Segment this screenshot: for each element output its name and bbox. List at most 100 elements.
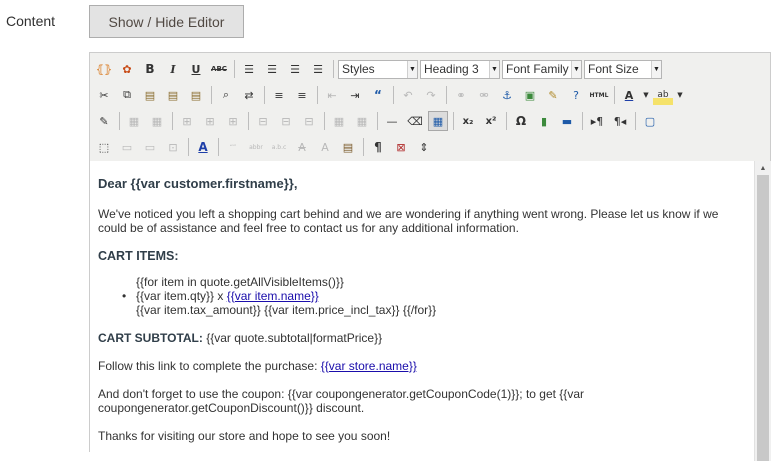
editor-scrollbar[interactable]: ▲ — [754, 161, 771, 461]
cleanup-icon[interactable]: ✎ — [543, 85, 563, 105]
toolbar-separator — [453, 112, 454, 130]
find-icon[interactable]: ⌕ — [216, 85, 236, 105]
image-icon[interactable]: ▣ — [520, 85, 540, 105]
cut-icon[interactable]: ✂ — [94, 85, 114, 105]
font-size-select[interactable]: Font Size ▼ — [584, 59, 662, 79]
visual-aid-icon[interactable]: ▦ — [428, 111, 448, 131]
toolbar-row-4: ⬚ ▭ ▭ ⊡ A “” abbr a.b.c A A ▤ ¶ ⊠ ⇕ — [94, 135, 437, 159]
toolbar-row-3: ✎ ▦ ▦ ⊞ ⊞ ⊞ ⊟ ⊟ ⊟ ▦ ▦ — ⌫ ▦ x₂ x² Ω ▮ ▬ — [94, 109, 663, 133]
show-hide-editor-button[interactable]: Show / Hide Editor — [89, 5, 244, 38]
page-break-icon[interactable]: ⇕ — [414, 137, 434, 157]
media-icon[interactable]: ▮ — [534, 111, 554, 131]
table-props-icon[interactable]: ▦ — [124, 111, 144, 131]
nonbreaking-icon[interactable]: ⊠ — [391, 137, 411, 157]
html-source-icon[interactable]: HTML — [589, 85, 609, 105]
bold-icon[interactable]: B — [140, 59, 160, 79]
attributes-icon[interactable]: ▤ — [338, 137, 358, 157]
ltr-icon[interactable]: ▸¶ — [587, 111, 607, 131]
redo-icon[interactable]: ↷ — [421, 85, 441, 105]
insert-col-after-icon[interactable]: ⊟ — [276, 111, 296, 131]
align-justify-icon[interactable]: ☰ — [308, 59, 328, 79]
anchor-icon[interactable]: ⚓ — [497, 85, 517, 105]
blockquote-icon[interactable]: “ — [368, 85, 388, 105]
insert-layer-icon[interactable]: ⬚ — [94, 137, 114, 157]
insert-col-before-icon[interactable]: ⊟ — [253, 111, 273, 131]
replace-icon[interactable]: ⇄ — [239, 85, 259, 105]
remove-format-icon[interactable]: ⌫ — [405, 111, 425, 131]
help-icon[interactable]: ? — [566, 85, 586, 105]
paste-word-icon[interactable]: ▤ — [186, 85, 206, 105]
align-right-icon[interactable]: ☰ — [285, 59, 305, 79]
edit-icon[interactable]: ✎ — [94, 111, 114, 131]
acronym-icon[interactable]: a.b.c — [269, 137, 289, 157]
fullscreen-icon[interactable]: ▢ — [640, 111, 660, 131]
show-blocks-icon[interactable]: ¶ — [368, 137, 388, 157]
format-select[interactable]: Heading 3 ▼ — [420, 59, 500, 79]
special-char-icon[interactable]: Ω — [511, 111, 531, 131]
chevron-down-icon: ▼ — [489, 60, 499, 78]
underline-icon[interactable]: U — [186, 59, 206, 79]
align-left-icon[interactable]: ☰ — [239, 59, 259, 79]
insert-image-icon[interactable]: ✿ — [117, 59, 137, 79]
highlight-color-icon[interactable]: ab — [653, 85, 673, 105]
paste-icon[interactable]: ▤ — [140, 85, 160, 105]
toolbar-separator — [317, 86, 318, 104]
chevron-down-icon[interactable]: ▼ — [676, 85, 684, 105]
merge-cells-icon[interactable]: ▦ — [352, 111, 372, 131]
cart-subtotal: CART SUBTOTAL: {{var quote.subtotal|form… — [98, 331, 744, 345]
move-forward-icon[interactable]: ▭ — [117, 137, 137, 157]
bullet-list-icon[interactable]: ≡ — [269, 85, 289, 105]
styles-select[interactable]: Styles ▼ — [338, 59, 418, 79]
list-item: {{var item.qty}} x {{var item.name}} — [122, 289, 744, 303]
paste-text-icon[interactable]: ▤ — [163, 85, 183, 105]
toolbar-separator — [211, 86, 212, 104]
delete-text-icon[interactable]: A — [292, 137, 312, 157]
align-center-icon[interactable]: ☰ — [262, 59, 282, 79]
toolbar-separator — [363, 138, 364, 156]
insert-row-before-icon[interactable]: ⊞ — [200, 111, 220, 131]
wysiwyg-editor: ⦃⦄ ✿ B I U ABC ☰ ☰ ☰ ☰ Styles ▼ Heading … — [89, 52, 771, 461]
link-icon[interactable]: ⚭ — [451, 85, 471, 105]
store-name-link[interactable]: {{var store.name}} — [321, 359, 417, 373]
insert-row-after-icon[interactable]: ⊞ — [223, 111, 243, 131]
indent-icon[interactable]: ⇥ — [345, 85, 365, 105]
style-props-icon[interactable]: A — [193, 137, 213, 157]
text-color-icon[interactable]: A — [619, 85, 639, 105]
numbered-list-icon[interactable]: ≡ — [292, 85, 312, 105]
loop-start-line: {{for item in quote.getAllVisibleItems()… — [136, 275, 344, 289]
strikethrough-icon[interactable]: ABC — [209, 59, 229, 79]
toolbar-separator — [324, 112, 325, 130]
subscript-icon[interactable]: x₂ — [458, 111, 478, 131]
insert-widget-icon[interactable]: ⦃⦄ — [94, 59, 114, 79]
font-size-select-value: Font Size — [588, 62, 639, 76]
item-name-link[interactable]: {{var item.name}} — [227, 289, 319, 303]
copy-icon[interactable]: ⧉ — [117, 85, 137, 105]
superscript-icon[interactable]: x² — [481, 111, 501, 131]
cite-icon[interactable]: “” — [223, 137, 243, 157]
delete-col-icon[interactable]: ⊟ — [299, 111, 319, 131]
toolbar-separator — [377, 112, 378, 130]
row-props-icon[interactable]: ⊞ — [177, 111, 197, 131]
thanks-paragraph: Thanks for visiting our store and hope t… — [98, 429, 391, 443]
toolbar-row-2: ✂ ⧉ ▤ ▤ ▤ ⌕ ⇄ ≡ ≡ ⇤ ⇥ “ ↶ ↷ ⚭ ⚮ ⚓ ▣ ✎ ? … — [94, 83, 687, 107]
chevron-down-icon: ▼ — [571, 60, 581, 78]
scrollbar-thumb[interactable] — [757, 175, 769, 461]
italic-icon[interactable]: I — [163, 59, 183, 79]
abbr-icon[interactable]: abbr — [246, 137, 266, 157]
chevron-down-icon[interactable]: ▼ — [642, 85, 650, 105]
delete-table-icon[interactable]: ▦ — [147, 111, 167, 131]
scroll-up-icon[interactable]: ▲ — [755, 161, 771, 175]
outdent-icon[interactable]: ⇤ — [322, 85, 342, 105]
split-cells-icon[interactable]: ▦ — [329, 111, 349, 131]
undo-icon[interactable]: ↶ — [398, 85, 418, 105]
editor-content[interactable]: Dear {{var customer.firstname}}, We've n… — [90, 161, 754, 461]
font-family-select[interactable]: Font Family ▼ — [502, 59, 582, 79]
unlink-icon[interactable]: ⚮ — [474, 85, 494, 105]
absolute-position-icon[interactable]: ⊡ — [163, 137, 183, 157]
rtl-icon[interactable]: ¶◂ — [610, 111, 630, 131]
move-backward-icon[interactable]: ▭ — [140, 137, 160, 157]
toolbar-separator — [172, 112, 173, 130]
insert-text-icon[interactable]: A — [315, 137, 335, 157]
horizontal-rule-icon[interactable]: — — [382, 111, 402, 131]
insert-date-icon[interactable]: ▬ — [557, 111, 577, 131]
